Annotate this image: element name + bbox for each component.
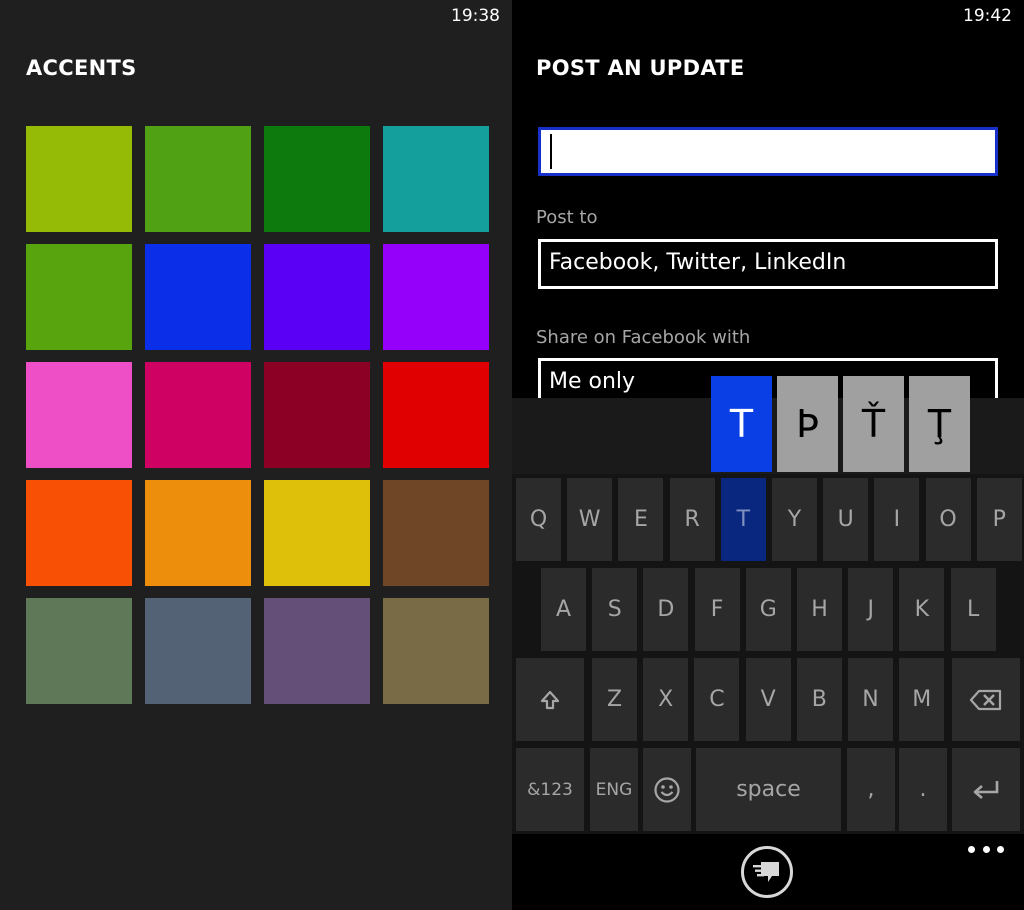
key-y[interactable]: Y bbox=[772, 478, 817, 561]
keyboard-keys: Q W E R T Y U I O P A S D F G H J K L Z X C V B N M &123 ENG space,. bbox=[512, 474, 1024, 834]
accent-swatch[interactable] bbox=[145, 598, 251, 704]
accent-color-grid bbox=[26, 126, 489, 706]
key-u[interactable]: U bbox=[823, 478, 869, 561]
send-button[interactable] bbox=[741, 846, 793, 898]
alternate-char-key[interactable]: T bbox=[711, 376, 772, 472]
key-j[interactable]: J bbox=[848, 568, 894, 651]
space-key[interactable]: space bbox=[696, 748, 841, 831]
more-icon bbox=[968, 845, 975, 853]
accent-swatch[interactable] bbox=[26, 244, 132, 350]
more-button[interactable] bbox=[968, 838, 1004, 860]
accent-swatch[interactable] bbox=[145, 480, 251, 586]
accent-swatch[interactable] bbox=[383, 126, 489, 232]
text-cursor bbox=[550, 134, 552, 169]
key-r[interactable]: R bbox=[669, 478, 715, 561]
post-to-label: Post to bbox=[536, 207, 598, 228]
send-message-icon bbox=[753, 862, 779, 882]
enter-key[interactable] bbox=[952, 748, 1020, 831]
accents-screen: 19:38 ACCENTS bbox=[0, 0, 512, 910]
key-b[interactable]: B bbox=[796, 658, 842, 741]
key-n[interactable]: N bbox=[848, 658, 893, 741]
alternate-char-key[interactable]: Ţ bbox=[909, 376, 970, 472]
more-icon bbox=[982, 845, 990, 853]
post-update-screen: 19:42 POST AN UPDATE Post to Facebook, T… bbox=[512, 0, 1024, 910]
shift-icon bbox=[540, 690, 560, 709]
key-x[interactable]: X bbox=[643, 658, 689, 741]
key-g[interactable]: G bbox=[745, 568, 791, 651]
accent-swatch[interactable] bbox=[145, 126, 251, 232]
status-clock: 19:38 bbox=[451, 6, 500, 26]
accent-swatch[interactable] bbox=[145, 244, 251, 350]
key-a[interactable]: A bbox=[541, 568, 586, 651]
accent-swatch[interactable] bbox=[26, 126, 132, 232]
backspace-key[interactable] bbox=[952, 658, 1020, 741]
accent-swatch[interactable] bbox=[383, 362, 489, 468]
update-text-input[interactable] bbox=[538, 127, 998, 176]
status-clock: 19:42 bbox=[963, 6, 1012, 26]
key-v[interactable]: V bbox=[745, 658, 791, 741]
key-t[interactable]: T bbox=[720, 478, 766, 561]
key-i[interactable]: I bbox=[874, 478, 920, 561]
key-q[interactable]: Q bbox=[516, 478, 561, 561]
accent-swatch[interactable] bbox=[26, 598, 132, 704]
key-l[interactable]: L bbox=[950, 568, 996, 651]
accent-swatch[interactable] bbox=[383, 598, 489, 704]
symbols-key[interactable]: &123 bbox=[516, 748, 584, 831]
key-z[interactable]: Z bbox=[592, 658, 637, 741]
comma-key[interactable]: , bbox=[847, 748, 895, 831]
shift-key[interactable] bbox=[516, 658, 584, 741]
enter-icon bbox=[973, 780, 999, 799]
alternate-characters-popup: TÞŤŢ bbox=[711, 376, 970, 472]
accent-swatch[interactable] bbox=[145, 362, 251, 468]
key-k[interactable]: K bbox=[899, 568, 945, 651]
post-to-select[interactable]: Facebook, Twitter, LinkedIn bbox=[538, 239, 998, 289]
key-e[interactable]: E bbox=[618, 478, 664, 561]
accent-swatch[interactable] bbox=[264, 126, 370, 232]
emoji-icon bbox=[654, 776, 680, 803]
period-key[interactable]: . bbox=[899, 748, 947, 831]
key-c[interactable]: C bbox=[694, 658, 740, 741]
key-d[interactable]: D bbox=[643, 568, 689, 651]
backspace-icon bbox=[969, 689, 1002, 710]
emoji-key[interactable] bbox=[643, 748, 691, 831]
accent-swatch[interactable] bbox=[26, 362, 132, 468]
accent-swatch[interactable] bbox=[264, 480, 370, 586]
accent-swatch[interactable] bbox=[264, 598, 370, 704]
key-s[interactable]: S bbox=[592, 568, 638, 651]
key-o[interactable]: O bbox=[925, 478, 971, 561]
key-w[interactable]: W bbox=[567, 478, 613, 561]
key-m[interactable]: M bbox=[899, 658, 945, 741]
key-h[interactable]: H bbox=[797, 568, 842, 651]
more-icon bbox=[997, 845, 1004, 853]
accent-swatch[interactable] bbox=[383, 244, 489, 350]
page-title: POST AN UPDATE bbox=[536, 56, 745, 80]
page-title: ACCENTS bbox=[26, 56, 137, 80]
language-key[interactable]: ENG bbox=[590, 748, 638, 831]
share-with-label: Share on Facebook with bbox=[536, 327, 751, 348]
alternate-char-key[interactable]: Ť bbox=[843, 376, 904, 472]
key-f[interactable]: F bbox=[694, 568, 740, 651]
accent-swatch[interactable] bbox=[383, 480, 489, 586]
alternate-char-key[interactable]: Þ bbox=[777, 376, 838, 472]
accent-swatch[interactable] bbox=[264, 244, 370, 350]
app-bar bbox=[512, 834, 1024, 910]
accent-swatch[interactable] bbox=[26, 480, 132, 586]
accent-swatch[interactable] bbox=[264, 362, 370, 468]
key-p[interactable]: P bbox=[976, 478, 1022, 561]
